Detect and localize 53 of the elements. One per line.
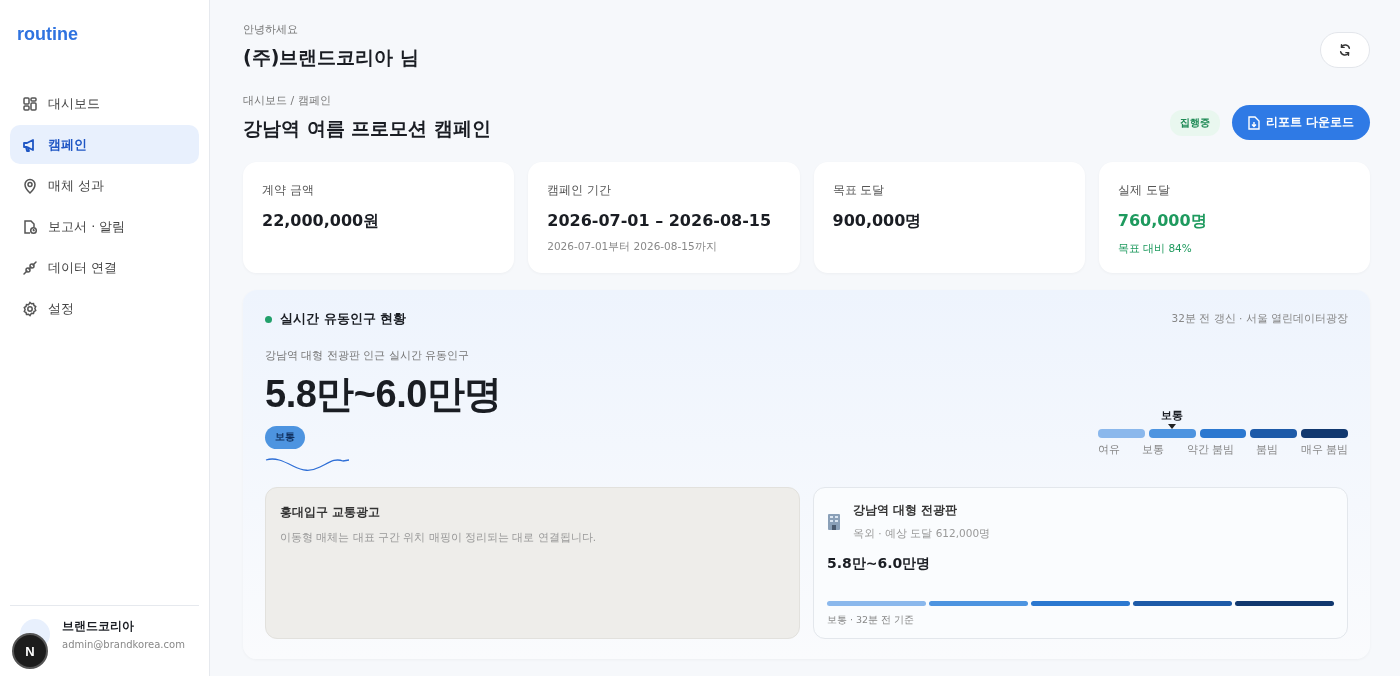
scale-label: 약간 붐빔 [1186, 443, 1234, 457]
population-value: 5.8만~6.0만명 [265, 372, 502, 417]
document-clock-icon [22, 218, 38, 235]
scale-label: 붐빔 [1256, 443, 1279, 457]
nav-item[interactable]: 캠페인 [10, 125, 199, 164]
media-title: 강남역 대형 전광판 [853, 502, 958, 519]
dev-tools-button[interactable]: N [12, 633, 48, 669]
live-dot [265, 315, 272, 323]
settings-icon [22, 300, 38, 317]
nav-item[interactable]: 대시보드 [10, 84, 199, 123]
level-badge: 보통 [265, 426, 305, 449]
stat-value: 22,000,000원 [262, 211, 380, 232]
stat-label: 계약 금액 [262, 182, 314, 199]
stat-note: 2026-07-01부터 2026-08-15까지 [547, 240, 717, 254]
media-footer: 보통 · 32분 전 기준 [827, 614, 915, 627]
logo[interactable]: routine [10, 0, 85, 64]
refresh-icon [1338, 43, 1352, 57]
media-population: 5.8만~6.0만명 [827, 555, 931, 573]
media-note: 이동형 매체는 대표 구간 위치 매핑이 정리되는 대로 연결됩니다. [280, 531, 597, 545]
nav-item[interactable]: 설정 [10, 289, 199, 328]
user-name: 브랜드코리아 [62, 618, 135, 635]
greeting: 안녕하세요 [243, 22, 299, 37]
stat-label: 목표 도달 [832, 182, 885, 199]
media-meta: 옥외 · 예상 도달 612,000명 [853, 527, 991, 541]
stat-note: 목표 대비 84% [1117, 242, 1192, 256]
grid-icon [22, 95, 38, 112]
plug-icon [22, 259, 38, 276]
nav-item[interactable]: 데이터 연결 [10, 248, 199, 287]
stat-value: 760,000명 [1117, 211, 1207, 232]
file-download-icon [1247, 115, 1260, 130]
breadcrumb: 대시보드 / 캠페인 [243, 93, 332, 108]
nav-item[interactable]: 매체 성과 [10, 166, 199, 205]
user-email: admin@brandkorea.com [62, 639, 185, 650]
nav-item[interactable]: 보고서 · 알림 [10, 207, 199, 246]
building-icon [827, 513, 841, 530]
scale-label: 보통 [1142, 443, 1165, 457]
stat-value: 900,000명 [832, 211, 922, 232]
map-pin-icon [22, 177, 38, 194]
media-title: 홍대입구 교통광고 [280, 504, 381, 521]
download-report-button[interactable]: 리포트 다운로드 [1231, 105, 1370, 140]
panel-subtitle: 강남역 대형 전광판 인근 실시간 유동인구 [265, 348, 471, 363]
level-marker: 보통 [1161, 409, 1184, 429]
scale-label: 여유 [1098, 443, 1120, 457]
stat-value: 2026-07-01 – 2026-08-15 [547, 211, 772, 230]
refresh-button[interactable] [1320, 32, 1370, 68]
panel-title: 실시간 유동인구 현황 [280, 310, 407, 328]
update-source: 32분 전 갱신 · 서울 열린데이터광장 [1171, 312, 1348, 326]
page-title: 강남역 여름 프로모션 캠페인 [243, 116, 491, 141]
scale-label: 매우 붐빔 [1300, 443, 1348, 457]
user-greeting-name: (주)브랜드코리아 님 [243, 45, 419, 70]
stat-label: 캠페인 기간 [547, 182, 612, 199]
status-badge: 집행중 [1169, 109, 1220, 136]
stat-label: 실제 도달 [1117, 182, 1170, 199]
